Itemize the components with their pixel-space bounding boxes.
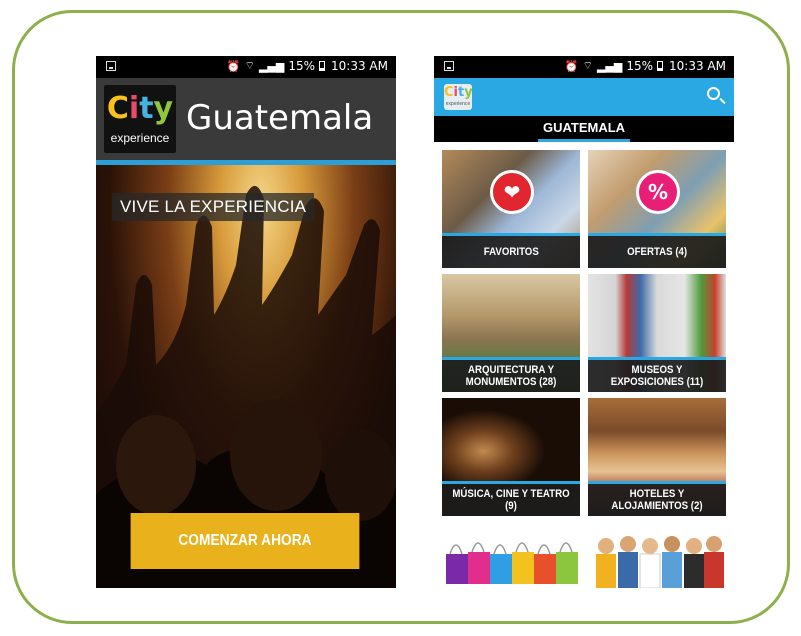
tile-architecture[interactable]: ARQUITECTURA Y MONUMENTOS (28) (442, 274, 580, 392)
battery-icon (319, 61, 326, 71)
tile-label: FAVORITOS (442, 233, 580, 268)
battery-icon (657, 61, 664, 71)
alarm-icon: ⏰ (226, 59, 241, 73)
home-screen: ⏰ ⌔ ▂▄▆ 15% 10:33 AM City experience GUA… (434, 56, 734, 588)
concert-hero-image: VIVE LA EXPERIENCIA COMENZAR AHORA (96, 165, 396, 588)
clock: 10:33 AM (669, 59, 726, 73)
professionals-image[interactable] (588, 528, 726, 588)
wifi-icon: ⌔ (244, 59, 255, 72)
tile-offers[interactable]: % OFERTAS (4) (588, 150, 726, 268)
status-bar: ⏰ ⌔ ▂▄▆ 15% 10:33 AM (96, 56, 396, 78)
professionals-illustration (588, 528, 726, 588)
gallery-icon (444, 61, 454, 71)
percent-icon: % (636, 170, 680, 214)
city-title: Guatemala (186, 98, 374, 138)
shopping-bags-illustration (442, 528, 580, 588)
battery-percent: 15% (288, 59, 316, 73)
tile-favorites[interactable]: ❤ FAVORITOS (442, 150, 580, 268)
tile-label: HOTELES Y ALOJAMIENTOS (2) (588, 481, 726, 516)
tile-hotels[interactable]: HOTELES Y ALOJAMIENTOS (2) (588, 398, 726, 516)
logo-subtitle: experience (445, 101, 471, 107)
city-experience-logo[interactable]: City experience (444, 84, 472, 110)
logo-word: City (106, 91, 174, 126)
heart-icon: ❤ (490, 170, 534, 214)
search-icon[interactable] (707, 87, 720, 100)
city-tab-label: GUATEMALA (542, 120, 626, 135)
signal-icon: ▂▄▆ (258, 59, 285, 73)
battery-percent: 15% (626, 59, 654, 73)
city-experience-logo: City experience (104, 85, 176, 153)
tile-label: OFERTAS (4) (588, 233, 726, 268)
tile-museums[interactable]: MUSEOS Y EXPOSICIONES (11) (588, 274, 726, 392)
gallery-icon (106, 61, 116, 71)
splash-screen: ⏰ ⌔ ▂▄▆ 15% 10:33 AM City experience Gua… (96, 56, 396, 588)
logo-word: City (444, 85, 472, 100)
start-now-button[interactable]: COMENZAR AHORA (130, 513, 360, 569)
shopping-bags-image[interactable] (442, 528, 580, 588)
tab-indicator (538, 139, 630, 142)
wifi-icon: ⌔ (582, 59, 593, 72)
tagline: VIVE LA EXPERIENCIA (112, 193, 315, 221)
tile-label: MÚSICA, CINE Y TEATRO (9) (442, 481, 580, 516)
app-bar: City experience (434, 78, 734, 116)
status-bar: ⏰ ⌔ ▂▄▆ 15% 10:33 AM (434, 56, 734, 78)
alarm-icon: ⏰ (564, 59, 579, 73)
signal-icon: ▂▄▆ (596, 59, 623, 73)
clock: 10:33 AM (331, 59, 388, 73)
tile-music[interactable]: MÚSICA, CINE Y TEATRO (9) (442, 398, 580, 516)
tile-label: MUSEOS Y EXPOSICIONES (11) (588, 357, 726, 392)
tile-label: ARQUITECTURA Y MONUMENTOS (28) (442, 357, 580, 392)
splash-header: City experience Guatemala (96, 78, 396, 160)
city-tab[interactable]: GUATEMALA (434, 116, 734, 142)
logo-subtitle: experience (110, 131, 170, 145)
